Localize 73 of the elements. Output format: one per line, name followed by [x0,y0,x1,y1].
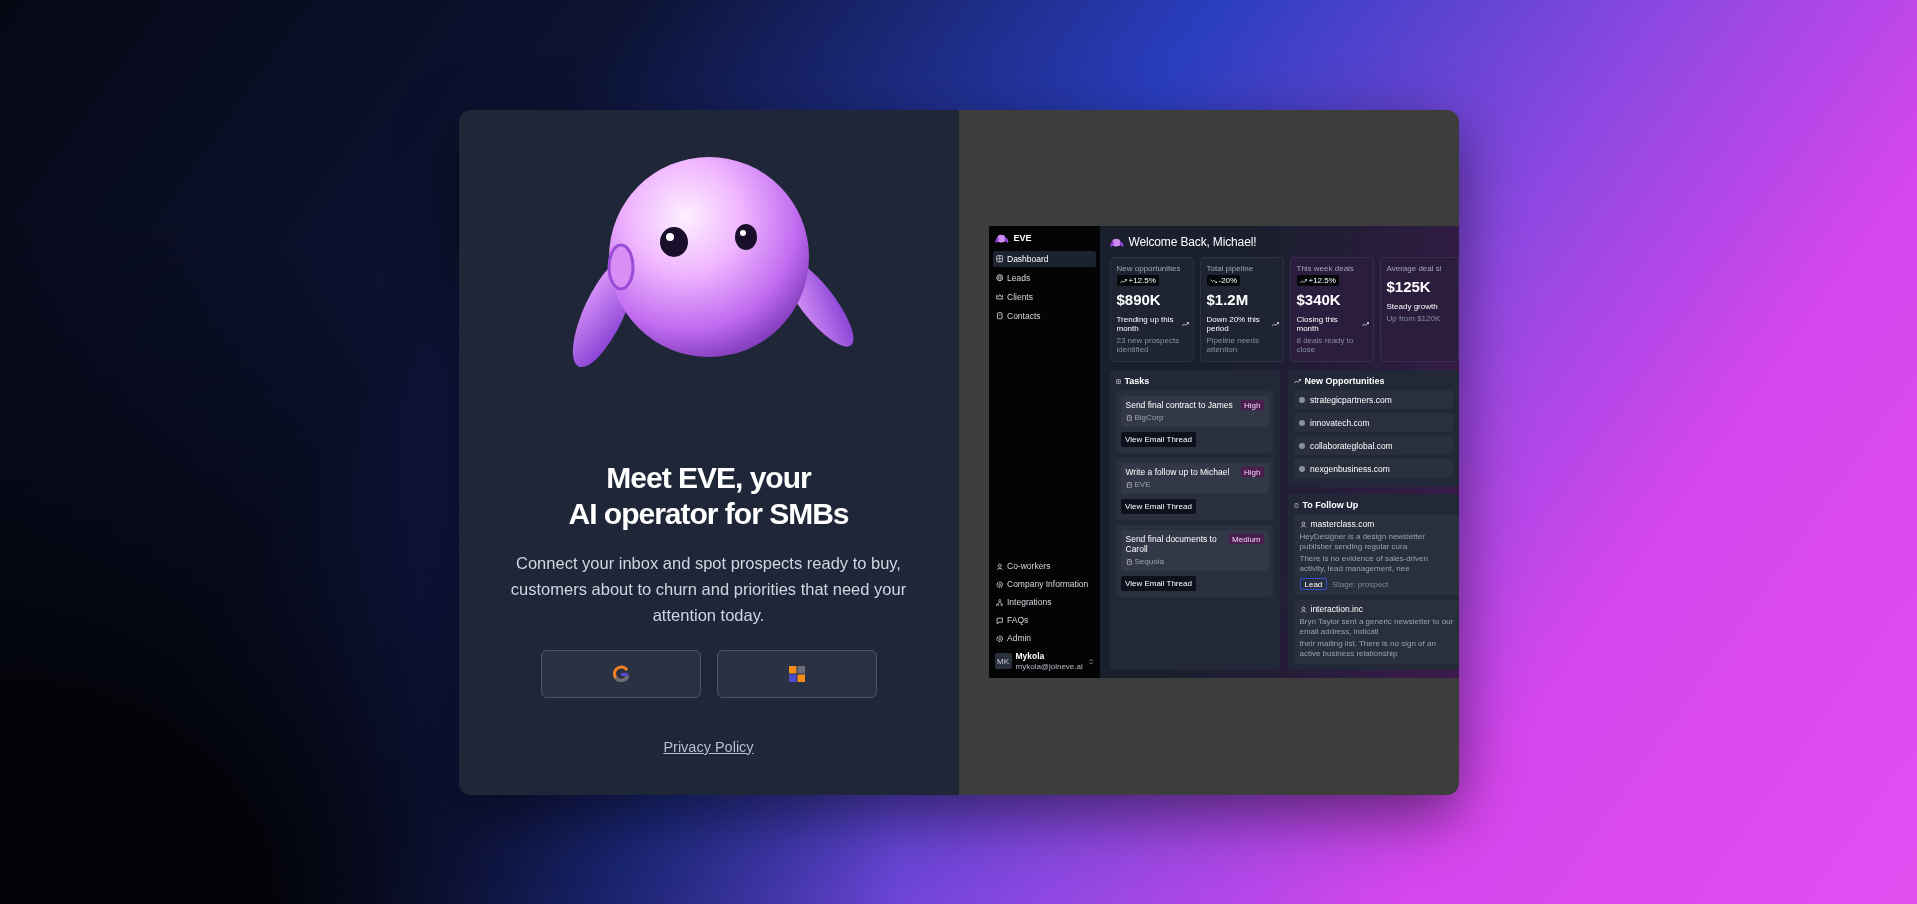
brand-name: EVE [1013,232,1032,243]
sidebar-item[interactable]: Contacts [992,307,1096,324]
trend-text: Trending up this month [1116,315,1175,334]
priority-tag: High [1241,400,1264,411]
stat-label: This week deals [1296,263,1354,273]
opportunity-row[interactable]: innovatech.com [1293,413,1453,433]
sidebar-item[interactable]: Leads [992,269,1096,286]
sidebar-item[interactable]: Admin [992,630,1096,647]
user-name: Mykola [1015,651,1046,662]
trend-text: Steady growth [1386,301,1438,311]
stage-text: Stage: prospect [1332,579,1389,589]
panel-title: Tasks [1124,376,1150,387]
company-domain: interaction.inc [1310,604,1363,615]
dot-icon [1298,419,1305,426]
user-avatar: MK [994,653,1012,670]
view-email-thread-button[interactable]: View Email Thread [1120,576,1197,592]
company-name: EVE [1134,480,1151,490]
sidebar-item[interactable]: Co-workers [992,558,1096,575]
opportunity-row[interactable]: collaborateglobal.com [1293,436,1453,456]
trend-text: Down 20% this period [1206,315,1261,334]
google-icon [611,664,630,683]
four-squares-icon [788,665,805,682]
view-email-thread-button[interactable]: View Email Thread [1120,432,1197,448]
stat-note: Up from $120K [1386,313,1442,323]
stat-value: $890K [1116,291,1162,309]
google-sign-in-button[interactable] [540,649,701,698]
priority-tag: High [1241,467,1264,478]
change-badge: +12.5% [1116,275,1159,287]
user-email: mykola@joineve.ai [1015,662,1084,672]
priority-tag: Medium [1229,534,1264,545]
company-name: Sequoia [1134,557,1164,567]
stat-note: 8 deals ready to close [1296,336,1355,355]
task-title: Write a follow up to Michael [1125,467,1230,478]
description-line: HeyDesigner is a design newsletter publisher sending regular cura [1299,532,1426,553]
panel-title: New Opportunities [1304,376,1385,387]
description-line: There is no evidence of sales-driven activity, lead management, nee [1299,554,1429,575]
headline: Meet EVE, your [606,459,811,496]
stat-label: New opportunities [1116,263,1181,273]
trend-text: Closing this month [1296,315,1339,334]
sidebar-item[interactable]: Dashboard [992,250,1096,267]
task-title: Send final contract to James [1125,400,1233,411]
change-badge: -20% [1206,275,1241,287]
stat-value: $340K [1296,291,1342,309]
mascot-logo-icon [1109,236,1124,247]
sidebar-item[interactable]: Company Information [992,576,1096,593]
sidebar-item[interactable]: Clients [992,288,1096,305]
privacy-policy-link[interactable]: Privacy Policy [663,738,754,755]
headline: AI operator for SMBs [568,495,849,532]
sidebar-item[interactable]: Integrations [992,594,1096,611]
description: Connect your inbox and spot prospects ready to buy, customers about to churn and priorities that need your attention today. [509,552,908,626]
microsoft-sign-in-button[interactable] [716,649,877,698]
stat-value: $1.2M [1206,291,1250,309]
description-line: their mailing list. There is no sign of an active business relationship [1299,639,1437,660]
view-email-thread-button[interactable]: View Email Thread [1120,499,1197,515]
lead-tag: Lead [1299,578,1328,591]
stat-label: Average deal si [1386,263,1442,273]
dot-icon [1298,442,1305,449]
company-name: BigCorp [1134,413,1164,423]
opportunity-row[interactable]: nexgenbusiness.com [1293,459,1453,479]
sidebar-item[interactable]: FAQs [992,612,1096,629]
stat-label: Total pipeline [1206,263,1254,273]
greeting: Welcome Back, Michael! [1128,234,1257,249]
dot-icon [1298,465,1305,472]
opportunity-row[interactable]: strategicpartners.com [1293,390,1453,410]
panel-title: To Follow Up [1302,500,1359,511]
stat-value: $125K [1386,277,1432,295]
change-badge: +12.5% [1296,275,1339,287]
company-domain: masterclass.com [1310,519,1375,530]
stat-note: 23 new prospects identified [1116,336,1181,355]
mascot-logo-icon [994,232,1009,243]
task-title: Send final documents to Caroll [1125,534,1218,555]
dot-icon [1298,396,1305,403]
stat-note: Pipeline needs attention [1206,336,1260,355]
